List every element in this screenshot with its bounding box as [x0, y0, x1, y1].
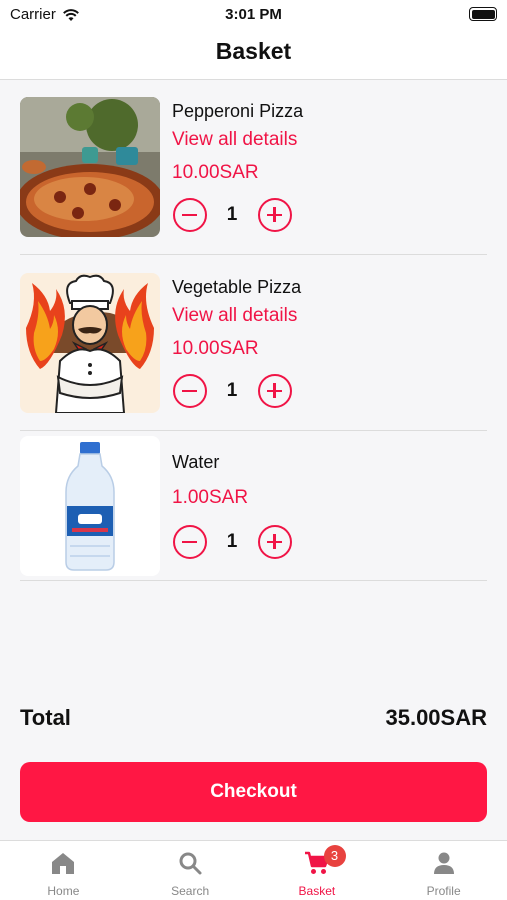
- item-price: 10.00SAR: [172, 338, 259, 359]
- decrease-quantity-button[interactable]: [173, 525, 207, 559]
- quantity-value: 1: [226, 204, 238, 225]
- tab-basket[interactable]: 3 Basket: [254, 841, 381, 900]
- checkout-button[interactable]: Checkout: [20, 762, 487, 822]
- basket-item: Pepperoni Pizza View all details 10.00SA…: [20, 97, 487, 255]
- basket-item: Water 1.00SAR 1: [20, 436, 487, 581]
- tab-label: Profile: [426, 884, 461, 898]
- tab-label: Search: [171, 884, 210, 898]
- item-name: Pepperoni Pizza: [172, 101, 304, 121]
- tab-bar: Home Search 3 Basket Profile: [0, 840, 507, 900]
- tab-profile[interactable]: Profile: [380, 841, 507, 900]
- nav-header: Basket: [0, 30, 507, 80]
- battery-icon: [469, 7, 497, 21]
- chef-logo[interactable]: [20, 273, 160, 413]
- search-icon: [179, 852, 202, 875]
- total-value: 35.00SAR: [385, 705, 487, 730]
- view-details-link[interactable]: View all details: [172, 129, 297, 151]
- tab-search[interactable]: Search: [127, 841, 254, 900]
- item-price: 10.00SAR: [172, 162, 259, 183]
- view-details-link[interactable]: View all details: [172, 305, 297, 327]
- item-price: 1.00SAR: [172, 487, 249, 508]
- minus-icon: [182, 389, 197, 393]
- quantity-value: 1: [226, 380, 238, 401]
- cart-badge: 3: [323, 845, 346, 867]
- increase-quantity-button[interactable]: [258, 198, 292, 232]
- total-label: Total: [20, 705, 71, 730]
- item-name: Water: [172, 452, 220, 472]
- quantity-value: 1: [226, 531, 238, 552]
- page-title: Basket: [215, 38, 292, 64]
- tab-label: Home: [47, 884, 80, 898]
- pizza-photo[interactable]: [20, 97, 160, 237]
- item-name: Vegetable Pizza: [172, 277, 302, 297]
- tab-home[interactable]: Home: [0, 841, 127, 900]
- home-icon: [52, 853, 75, 874]
- minus-icon: [182, 540, 197, 544]
- increase-quantity-button[interactable]: [258, 525, 292, 559]
- basket-item: Vegetable Pizza View all details 10.00SA…: [20, 273, 487, 431]
- status-time: 3:01 PM: [225, 6, 282, 23]
- person-icon: [433, 852, 454, 874]
- water-bottle-photo[interactable]: [20, 436, 160, 576]
- minus-icon: [182, 213, 197, 217]
- decrease-quantity-button[interactable]: [173, 374, 207, 408]
- decrease-quantity-button[interactable]: [173, 198, 207, 232]
- status-bar: Carrier 3:01 PM: [0, 0, 507, 30]
- tab-label: Basket: [298, 884, 336, 898]
- increase-quantity-button[interactable]: [258, 374, 292, 408]
